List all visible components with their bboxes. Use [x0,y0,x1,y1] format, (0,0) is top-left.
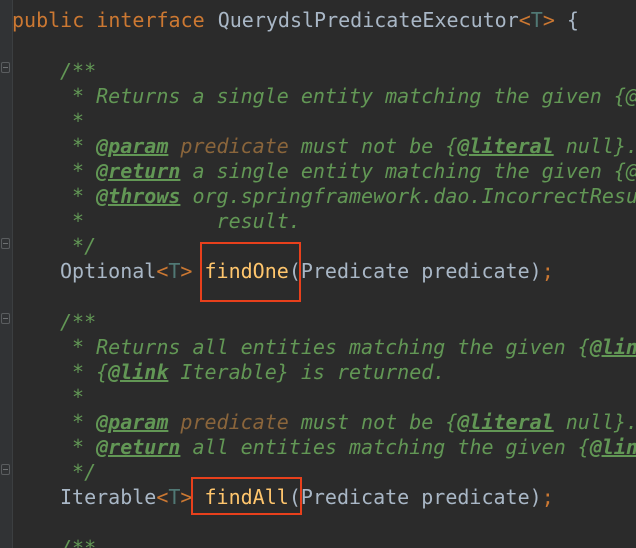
javadoc-throws-line: * @throws org.springframework.dao.Incorr… [60,184,636,209]
javadoc-text: all entities matching the given { [180,435,590,459]
javadoc-tag: @throws [96,184,181,208]
javadoc-text: Returns a single entity matching the giv… [96,84,636,108]
angle-close: > [180,259,193,283]
javadoc-text: null}. [553,410,636,434]
javadoc-inline-tag: @literal [457,410,554,434]
javadoc-star: * [60,435,97,459]
javadoc-tag: @param [96,134,169,158]
javadoc-text: a single entity matching the given {@ [180,159,636,183]
keyword-interface: interface [96,8,205,32]
javadoc-line: * Returns all entities matching the give… [60,335,636,360]
angle-close: > [542,8,555,32]
code-line-findone: Optional<T> findOne(Predicate predicate)… [60,259,554,284]
javadoc-inline-tag: @lin [589,335,636,359]
javadoc-text: null}. [553,134,636,158]
javadoc-inline-tag: @literal [457,134,554,158]
highlight-box-findone [200,242,301,302]
angle-open: < [156,485,169,509]
keyword-public: public [12,8,85,32]
code-line-interface-declaration: public interface QuerydslPredicateExecut… [12,8,579,33]
javadoc-text: Iterable} is returned. [168,360,446,384]
javadoc-close: */ [60,234,97,258]
javadoc-tag: @param [96,410,169,434]
javadoc-text: must not be { [288,410,458,434]
javadoc-tag: @return [96,435,181,459]
javadoc-return-line: * @return all entities matching the give… [60,435,636,460]
javadoc-return-line: * @return a single entity matching the g… [60,159,636,184]
interface-name: QuerydslPredicateExecutor [217,8,519,32]
angle-open: < [518,8,531,32]
javadoc-inline-tag: @lin [589,435,636,459]
javadoc-line: * {@link Iterable} is returned. [60,360,445,385]
javadoc-open: /** [60,310,97,334]
type-parameter: T [168,259,181,283]
angle-open: < [156,259,169,283]
javadoc-open: /** [60,536,97,548]
fold-marker-icon[interactable] [1,62,10,73]
javadoc-line: * Returns a single entity matching the g… [60,84,636,109]
javadoc-open: /** [60,59,97,83]
javadoc-star: * [60,159,97,183]
fold-marker-icon[interactable] [1,464,10,475]
type-parameter: T [168,485,181,509]
javadoc-text: must not be { [288,134,458,158]
semicolon: ; [541,485,554,509]
javadoc-param-name: predicate [180,410,289,434]
fold-marker-icon[interactable] [1,238,10,249]
javadoc-star: * [60,134,97,158]
javadoc-line: * result. [60,209,301,233]
return-type: Iterable [60,485,157,509]
javadoc-param-name: predicate [180,134,289,158]
method-args: (Predicate predicate) [288,485,542,509]
javadoc-inline-tag: @link [108,360,169,384]
javadoc-param-line: * @param predicate must not be {@literal… [60,134,636,159]
method-args: (Predicate predicate) [288,259,542,283]
semicolon: ; [541,259,554,283]
fold-marker-icon[interactable] [1,313,10,324]
highlight-box-findall [191,477,302,515]
type-parameter: T [530,8,543,32]
return-type: Optional [60,259,157,283]
javadoc-star: * [60,84,97,108]
javadoc-star: * [60,335,97,359]
javadoc-line: * [60,109,85,133]
javadoc-text: Returns all entities matching the given … [96,335,590,359]
javadoc-star: * [60,184,97,208]
javadoc-param-line: * @param predicate must not be {@literal… [60,410,636,435]
code-editor[interactable]: public interface QuerydslPredicateExecut… [0,0,636,548]
javadoc-star: * [60,410,97,434]
open-brace: { [554,8,579,32]
code-line-findall: Iterable<T> findAll(Predicate predicate)… [60,485,554,510]
javadoc-tag: @return [96,159,181,183]
javadoc-line: * [60,385,85,409]
javadoc-star: * { [60,360,109,384]
javadoc-text: org.springframework.dao.IncorrectResu [180,184,636,208]
editor-gutter[interactable] [0,0,13,548]
javadoc-close: */ [60,460,97,484]
